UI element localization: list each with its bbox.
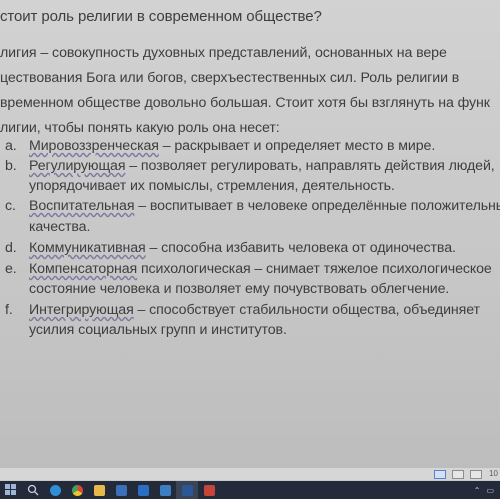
- list-item: a. Мировоззренческая – раскрывает и опред…: [5, 138, 435, 154]
- list-text: – позволяет регулировать, направлять дей…: [125, 158, 495, 174]
- list-item-continuation: упорядочивает их помыслы, стремления, де…: [29, 178, 395, 194]
- list-text: психологическая – снимает тяжелое психол…: [137, 261, 492, 277]
- taskbar-item-chrome[interactable]: [66, 481, 88, 499]
- search-icon: [27, 484, 39, 496]
- list-item: d. Коммуникативная – способна избавить че…: [5, 240, 456, 256]
- list-item-continuation: состояние человека и позволяет ему почув…: [29, 281, 450, 297]
- taskbar: ⌃ ▭: [0, 481, 500, 499]
- taskbar-item-photos[interactable]: [154, 481, 176, 499]
- status-bar: [0, 468, 500, 480]
- chrome-icon: [71, 484, 83, 496]
- mail-icon: [137, 484, 149, 496]
- word-icon: [181, 484, 193, 496]
- store-icon: [115, 484, 127, 496]
- list-term: Регулирующая: [29, 158, 126, 174]
- start-button[interactable]: [0, 481, 22, 499]
- view-buttons: [434, 470, 482, 479]
- list-item-continuation: качества.: [29, 219, 91, 235]
- network-icon[interactable]: ▭: [486, 486, 494, 495]
- list-term: Интегрирующая: [29, 302, 134, 318]
- list-item: c. Воспитательная – воспитывает в человек…: [5, 198, 500, 214]
- taskbar-item-word[interactable]: [176, 481, 198, 499]
- list-item: f. Интегрирующая – способствует стабильно…: [5, 302, 480, 318]
- list-marker: d.: [5, 240, 17, 256]
- list-text: – раскрывает и определяет место в мире.: [158, 138, 436, 154]
- taskbar-item-store[interactable]: [110, 481, 132, 499]
- taskbar-item-media[interactable]: [198, 481, 220, 499]
- folder-icon: [93, 484, 105, 496]
- list-item-continuation: усилия социальных групп и институтов.: [29, 322, 287, 338]
- list-term: Компенсаторная: [29, 261, 138, 277]
- list-marker: b.: [5, 158, 17, 174]
- list-item: b. Регулирующая – позволяет регулировать,…: [5, 158, 495, 174]
- document-page[interactable]: стоит роль религии в современном обществ…: [0, 0, 500, 470]
- intro-line-3: временном обществе довольно большая. Сто…: [0, 95, 490, 111]
- list-marker: f.: [5, 302, 13, 318]
- taskbar-item-search[interactable]: [22, 481, 44, 499]
- photos-icon: [159, 484, 171, 496]
- zoom-level[interactable]: 10: [489, 469, 498, 478]
- edge-icon: [49, 484, 61, 496]
- windows-icon: [5, 484, 16, 495]
- web-layout-icon[interactable]: [470, 470, 482, 479]
- taskbar-item-edge[interactable]: [44, 481, 66, 499]
- list-text: – воспитывает в человеке определённые по…: [134, 198, 500, 214]
- list-marker: e.: [5, 261, 17, 277]
- list-marker: c.: [5, 198, 16, 214]
- taskbar-item-explorer[interactable]: [88, 481, 110, 499]
- list-text: – способна избавить человека от одиночес…: [145, 240, 456, 256]
- media-icon: [203, 484, 215, 496]
- list-term: Воспитательная: [29, 198, 135, 214]
- list-term: Мировоззренческая: [29, 138, 159, 154]
- intro-line-4: лигии, чтобы понять какую роль она несет…: [0, 120, 280, 136]
- print-layout-icon[interactable]: [452, 470, 464, 479]
- taskbar-item-mail[interactable]: [132, 481, 154, 499]
- intro-line-1: лигия – совокупность духовных представле…: [0, 45, 447, 61]
- list-item: e. Компенсаторная психологическая – снима…: [5, 261, 492, 277]
- list-text: – способствует стабильности общества, об…: [133, 302, 481, 318]
- intro-line-2: цествования Бога или богов, сверхъестест…: [0, 70, 460, 86]
- list-marker: a.: [5, 138, 17, 154]
- list-term: Коммуникативная: [29, 240, 146, 256]
- chevron-up-icon[interactable]: ⌃: [474, 486, 481, 495]
- read-mode-icon[interactable]: [434, 470, 446, 479]
- system-tray: ⌃ ▭: [474, 486, 500, 495]
- document-heading: стоит роль религии в современном обществ…: [0, 8, 322, 25]
